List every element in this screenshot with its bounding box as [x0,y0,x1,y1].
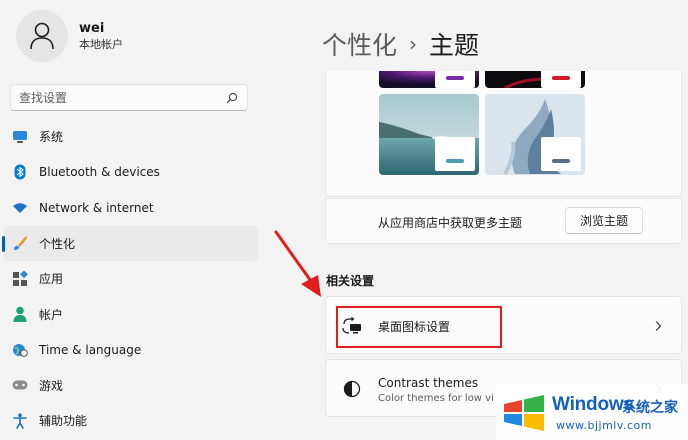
sidebar-item-time-language[interactable]: Time & language [4,332,258,368]
search-input[interactable] [19,90,225,105]
desktop-icon-settings-row[interactable]: 桌面图标设置 [325,296,682,354]
person-icon [12,306,28,323]
apps-icon [12,270,28,287]
account-type: 本地帐户 [79,38,123,51]
sidebar-item-gaming[interactable]: 游戏 [4,368,258,404]
contrast-icon [342,379,362,399]
sidebar-item-accessibility[interactable]: 辅助功能 [4,403,258,439]
breadcrumb: 个性化 › 主题 [322,26,479,62]
chevron-right-icon [655,321,662,331]
theme-accent-bar [446,76,464,80]
theme-color-badge [541,71,581,88]
sidebar-item-network[interactable]: Network & internet [4,190,258,226]
sidebar-item-label: Bluetooth & devices [39,165,160,180]
sidebar-item-label: 个性化 [39,236,76,251]
browse-themes-button[interactable]: 浏览主题 [565,207,643,234]
sidebar-item-accounts[interactable]: 帐户 [4,297,258,333]
theme-thumbnail-sunrise[interactable] [379,94,479,175]
sidebar-item-label: Network & internet [39,200,154,215]
sidebar-item-apps[interactable]: 应用 [4,261,258,297]
bluetooth-icon [12,164,28,180]
sidebar-item-label: 帐户 [39,307,64,322]
globe-clock-icon [12,342,28,358]
watermark: Windows 系统之家 www.bjjmlv.com [496,384,688,440]
sidebar-nav: 系统 Bluetooth & devices Network & interne… [2,119,258,439]
sidebar-item-label: 应用 [39,272,64,287]
theme-color-badge [435,71,475,88]
theme-color-badge [435,137,475,171]
search-icon[interactable] [225,91,239,105]
desktop-icon-settings-label: 桌面图标设置 [378,320,451,334]
theme-color-badge [541,137,581,171]
sidebar-item-bluetooth[interactable]: Bluetooth & devices [4,155,258,191]
theme-thumbnail-flow[interactable] [485,94,585,175]
store-themes-text: 从应用商店中获取更多主题 [378,216,523,230]
gamepad-icon [12,377,28,393]
sidebar-item-label: 系统 [39,130,64,145]
sidebar-item-label: 游戏 [39,378,64,393]
theme-accent-bar [552,159,570,163]
person-avatar-icon [30,22,54,50]
breadcrumb-separator: › [409,32,418,56]
sidebar-item-label: 辅助功能 [39,414,88,429]
monitor-icon [12,129,28,145]
breadcrumb-parent[interactable]: 个性化 [322,26,397,62]
search-box[interactable] [10,84,248,111]
themes-gallery [325,71,682,197]
store-themes-card: 从应用商店中获取更多主题 浏览主题 [325,198,682,244]
user-profile[interactable]: wei 本地帐户 [16,10,123,62]
sidebar-item-personalization[interactable]: 个性化 [2,225,258,261]
accessibility-icon [12,413,28,429]
watermark-cn-text: 系统之家 [622,400,678,416]
wifi-icon [12,200,28,216]
contrast-themes-label: Contrast themes [378,376,479,390]
contrast-themes-sublabel: Color themes for low vi [378,393,494,404]
page-title: 主题 [429,31,480,60]
theme-thumbnail-captured-motion[interactable] [485,71,585,88]
desktop-sync-icon [342,316,362,336]
theme-thumbnail-glow[interactable] [379,71,479,88]
sidebar-item-label: Time & language [39,342,142,357]
user-name: wei [79,21,105,36]
theme-accent-bar [552,76,570,80]
related-settings-heading: 相关设置 [326,274,375,288]
windows-logo-icon [504,395,544,431]
brush-icon [12,235,28,251]
watermark-url: www.bjjmlv.com [556,419,652,432]
theme-accent-bar [446,159,464,163]
sidebar-item-system[interactable]: 系统 [4,119,258,155]
avatar[interactable] [16,10,68,62]
